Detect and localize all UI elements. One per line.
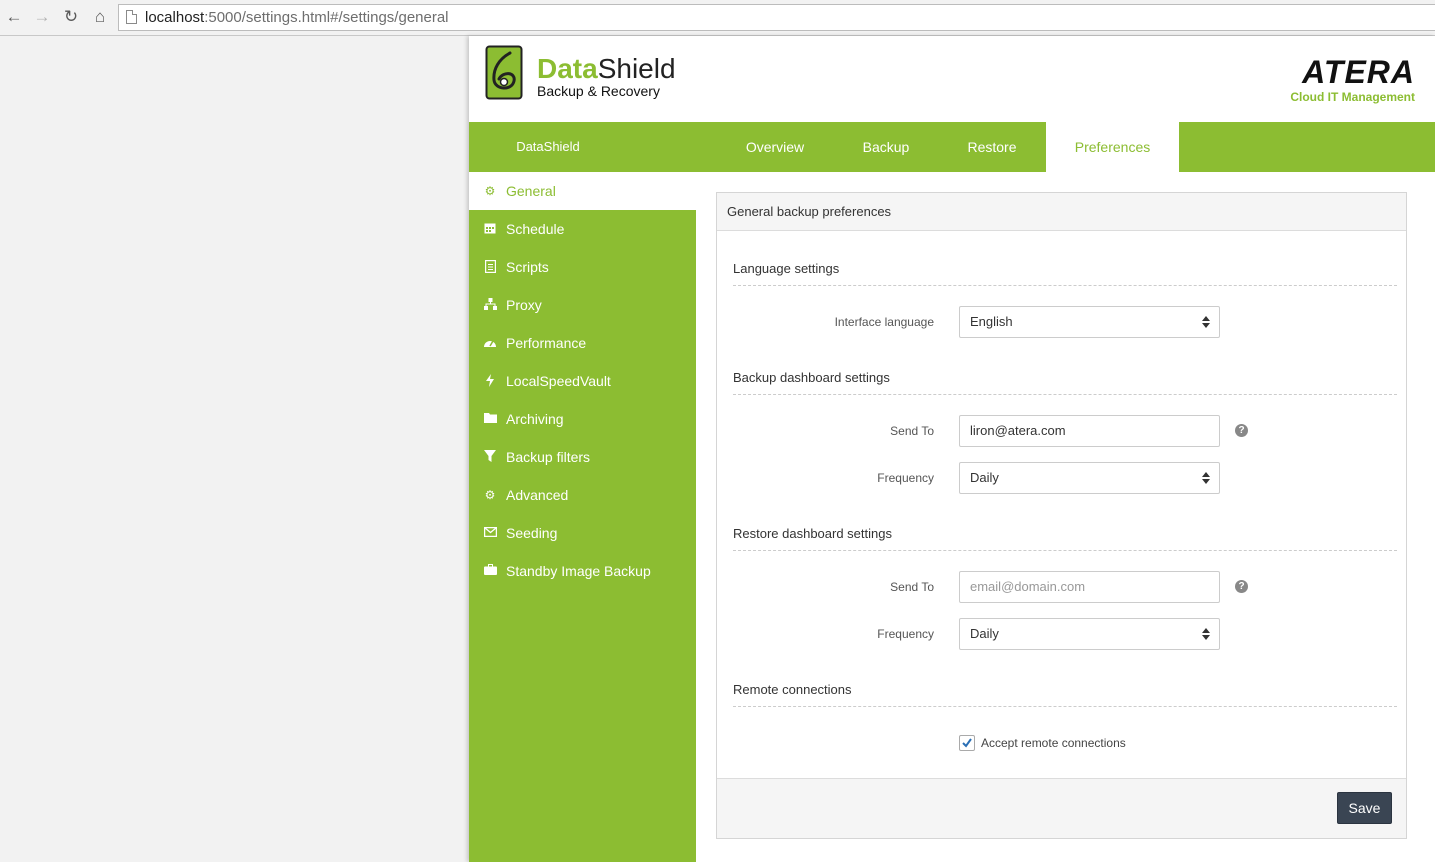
filter-icon xyxy=(483,450,497,464)
sitemap-icon xyxy=(483,298,497,312)
panel-footer: Save xyxy=(717,778,1406,838)
sidebar-item-scripts[interactable]: Scripts xyxy=(469,248,696,286)
section-divider xyxy=(733,706,1397,707)
backup-send-to-label: Send To xyxy=(890,424,934,438)
interface-language-select[interactable]: English xyxy=(959,306,1220,338)
gear-icon: ⚙ xyxy=(484,184,496,198)
tab-overview[interactable]: Overview xyxy=(731,122,819,172)
tab-restore[interactable]: Restore xyxy=(949,122,1035,172)
section-divider xyxy=(733,394,1397,395)
accept-remote-checkbox[interactable] xyxy=(959,735,975,751)
app-header: DataShield Backup & Recovery ATERA Cloud… xyxy=(469,36,1435,122)
sidebar-item-label: Standby Image Backup xyxy=(506,563,651,579)
sidebar-item-label: Schedule xyxy=(506,221,565,237)
section-title-restore-dashboard: Restore dashboard settings xyxy=(733,526,892,541)
restore-frequency-label: Frequency xyxy=(877,627,934,641)
panel-title: General backup preferences xyxy=(717,193,1406,231)
sidebar: ⚙ General Schedule Scripts Proxy Perform… xyxy=(469,172,696,862)
help-icon[interactable]: ? xyxy=(1235,424,1248,437)
sidebar-item-schedule[interactable]: Schedule xyxy=(469,210,696,248)
sidebar-item-label: LocalSpeedVault xyxy=(506,373,611,389)
sidebar-item-label: Archiving xyxy=(506,411,564,427)
sidebar-item-performance[interactable]: Performance xyxy=(469,324,696,362)
sidebar-item-localspeedvault[interactable]: LocalSpeedVault xyxy=(469,362,696,400)
address-bar[interactable]: localhost:5000/settings.html#/settings/g… xyxy=(118,4,1435,31)
tab-preferences[interactable]: Preferences xyxy=(1046,122,1179,172)
sidebar-item-standby-image-backup[interactable]: Standby Image Backup xyxy=(469,552,696,590)
document-icon xyxy=(483,259,497,274)
sidebar-item-seeding[interactable]: Seeding xyxy=(469,514,696,552)
backup-frequency-label: Frequency xyxy=(877,471,934,485)
restore-send-to-label: Send To xyxy=(890,580,934,594)
save-button[interactable]: Save xyxy=(1337,792,1392,824)
sidebar-item-label: General xyxy=(506,183,556,199)
partner-subtitle: Cloud IT Management xyxy=(1290,90,1415,104)
bolt-icon xyxy=(483,374,497,388)
nav-brand[interactable]: DataShield xyxy=(469,122,627,172)
sidebar-item-label: Performance xyxy=(506,335,587,351)
backup-send-to-input[interactable]: liron@atera.com xyxy=(959,415,1220,447)
help-icon[interactable]: ? xyxy=(1235,580,1248,593)
accept-remote-label[interactable]: Accept remote connections xyxy=(981,736,1126,750)
datashield-logo-icon xyxy=(485,45,523,100)
backup-frequency-select[interactable]: Daily xyxy=(959,462,1220,494)
app-window: DataShield Backup & Recovery ATERA Cloud… xyxy=(469,36,1435,862)
select-arrows-icon xyxy=(1202,316,1210,328)
briefcase-icon xyxy=(483,564,497,578)
home-icon[interactable]: ⌂ xyxy=(90,7,110,27)
envelope-icon xyxy=(483,526,497,540)
sidebar-item-advanced[interactable]: ⚙ Advanced xyxy=(469,476,696,514)
sidebar-item-general[interactable]: ⚙ General xyxy=(469,172,696,210)
section-title-language: Language settings xyxy=(733,261,840,276)
checkmark-icon xyxy=(962,738,972,748)
sidebar-item-label: Proxy xyxy=(506,297,542,313)
sidebar-item-label: Scripts xyxy=(506,259,549,275)
brand-subtitle: Backup & Recovery xyxy=(537,83,660,99)
sidebar-item-label: Backup filters xyxy=(506,449,591,465)
dashboard-icon xyxy=(483,336,497,350)
reload-icon[interactable]: ↻ xyxy=(61,7,81,27)
page-icon xyxy=(126,10,137,24)
sidebar-item-label: Seeding xyxy=(506,525,558,541)
brand: DataShield Backup & Recovery xyxy=(537,53,676,99)
partner-logo: ATERA Cloud IT Management xyxy=(1290,56,1415,104)
section-title-backup-dashboard: Backup dashboard settings xyxy=(733,370,890,385)
browser-toolbar: ← → ↻ ⌂ localhost:5000/settings.html#/se… xyxy=(0,0,1435,36)
sidebar-item-archiving[interactable]: Archiving xyxy=(469,400,696,438)
select-value: Daily xyxy=(970,470,999,485)
gears-icon: ⚙ xyxy=(484,488,496,502)
folder-icon xyxy=(483,412,497,426)
sidebar-item-proxy[interactable]: Proxy xyxy=(469,286,696,324)
section-title-remote: Remote connections xyxy=(733,682,852,697)
restore-frequency-select[interactable]: Daily xyxy=(959,618,1220,650)
brand-title: DataShield xyxy=(537,53,676,84)
interface-language-label: Interface language xyxy=(834,315,934,329)
select-value: Daily xyxy=(970,626,999,641)
forward-arrow-icon[interactable]: → xyxy=(32,7,52,27)
sidebar-item-label: Advanced xyxy=(506,487,569,503)
select-value: English xyxy=(970,314,1013,329)
top-nav: DataShield Overview Backup Restore Prefe… xyxy=(469,122,1435,172)
select-arrows-icon xyxy=(1202,628,1210,640)
tab-backup[interactable]: Backup xyxy=(843,122,929,172)
url-text: localhost:5000/settings.html#/settings/g… xyxy=(145,9,449,26)
calendar-icon xyxy=(483,222,497,236)
preferences-panel: General backup preferences Language sett… xyxy=(716,192,1407,839)
restore-send-to-input[interactable]: email@domain.com xyxy=(959,571,1220,603)
back-arrow-icon[interactable]: ← xyxy=(4,7,24,27)
section-divider xyxy=(733,550,1397,551)
sidebar-item-backup-filters[interactable]: Backup filters xyxy=(469,438,696,476)
select-arrows-icon xyxy=(1202,472,1210,484)
section-divider xyxy=(733,285,1397,286)
partner-title: ATERA xyxy=(1302,54,1415,90)
